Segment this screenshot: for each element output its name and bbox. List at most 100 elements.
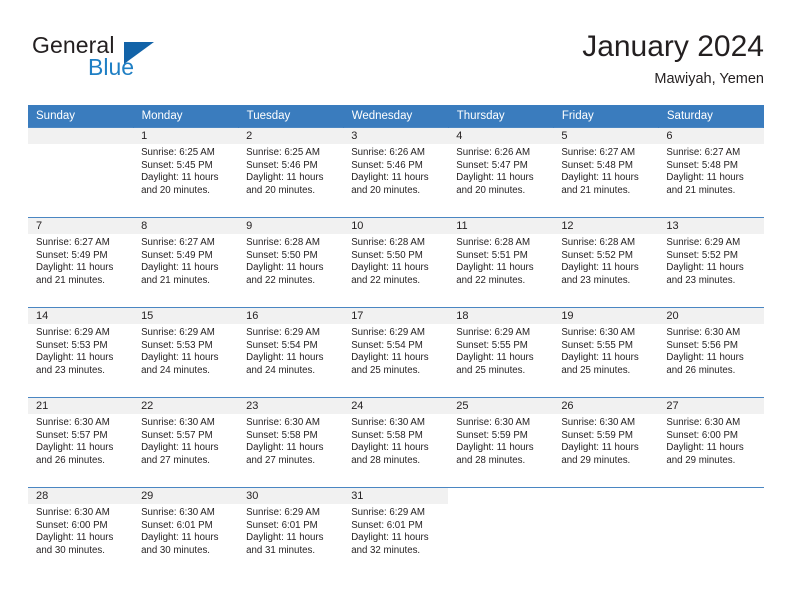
day-detail-sunset: Sunset: 5:59 PM [561,429,633,441]
day-detail-daylight-line1: Daylight: 11 hours [666,442,744,454]
calendar-day-cell[interactable]: 24 Sunrise: 6:30 AM Sunset: 5:58 PM Dayligh… [343,397,449,488]
day-detail-daylight-line2: and 28 minutes. [456,454,526,466]
calendar-day-cell[interactable]: 16 Sunrise: 6:29 AM Sunset: 5:54 PM Dayligh… [238,307,344,398]
calendar-day-cell[interactable]: 7 Sunrise: 6:27 AM Sunset: 5:49 PM Daylight… [28,217,134,308]
day-detail-sunrise: Sunrise: 6:27 AM [666,147,741,158]
calendar-day-cell[interactable]: 1 Sunrise: 6:25 AM Sunset: 5:45 PM Daylight… [133,127,239,218]
day-detail-daylight-line2: and 25 minutes. [561,364,631,376]
day-cell-inner: 14 Sunrise: 6:29 AM Sunset: 5:53 PM Dayligh… [28,308,134,397]
calendar-day-cell[interactable]: 28 Sunrise: 6:30 AM Sunset: 6:00 PM Dayligh… [28,487,134,577]
day-cell-inner: 4 Sunrise: 6:26 AM Sunset: 5:47 PM Daylight… [448,128,554,217]
calendar-day-cell[interactable]: 15 Sunrise: 6:29 AM Sunset: 5:53 PM Dayligh… [133,307,239,398]
day-detail-sunrise: Sunrise: 6:28 AM [246,237,320,248]
day-detail-sunset: Sunset: 5:52 PM [666,249,738,261]
calendar-day-cell[interactable]: 9 Sunrise: 6:28 AM Sunset: 5:50 PM Daylight… [238,217,344,308]
calendar-day-cell[interactable]: 23 Sunrise: 6:30 AM Sunset: 5:58 PM Dayligh… [238,397,344,488]
calendar-day-cell[interactable]: 25 Sunrise: 6:30 AM Sunset: 5:59 PM Dayligh… [448,397,554,488]
calendar-empty-cell [28,127,134,218]
calendar-day-cell[interactable]: 30 Sunrise: 6:29 AM Sunset: 6:01 PM Dayligh… [238,487,344,577]
calendar-day-cell[interactable]: 19 Sunrise: 6:30 AM Sunset: 5:55 PM Dayligh… [553,307,659,398]
day-detail-sunrise: Sunrise: 6:29 AM [36,327,110,338]
day-detail-sunset: Sunset: 6:01 PM [141,519,213,531]
day-detail-daylight-line1: Daylight: 11 hours [351,442,429,454]
calendar-day-cell[interactable]: 11 Sunrise: 6:28 AM Sunset: 5:51 PM Dayligh… [448,217,554,308]
day-detail-sunset: Sunset: 5:48 PM [561,159,633,171]
calendar-day-cell[interactable]: 6 Sunrise: 6:27 AM Sunset: 5:48 PM Daylight… [658,127,764,218]
day-detail-daylight-line1: Daylight: 11 hours [561,352,639,364]
day-number: 6 [658,128,764,144]
day-cell-details: Sunrise: 6:28 AM Sunset: 5:50 PM Daylight:… [343,234,448,287]
day-detail-daylight-line2: and 23 minutes. [666,274,736,286]
day-detail-sunrise: Sunrise: 6:29 AM [351,327,425,338]
day-detail-daylight-line2: and 29 minutes. [666,454,736,466]
day-detail-daylight-line2: and 26 minutes. [36,454,105,466]
day-detail-sunset: Sunset: 5:54 PM [246,339,318,351]
day-detail-daylight-line1: Daylight: 11 hours [246,442,324,454]
calendar-day-cell[interactable]: 13 Sunrise: 6:29 AM Sunset: 5:52 PM Dayligh… [658,217,764,308]
day-detail-daylight-line1: Daylight: 11 hours [246,172,324,184]
day-detail-daylight-line1: Daylight: 11 hours [36,442,114,454]
day-cell-details: Sunrise: 6:25 AM Sunset: 5:46 PM Daylight:… [238,144,343,197]
day-detail-daylight-line2: and 26 minutes. [666,364,736,376]
day-number: 13 [658,218,764,234]
day-detail-sunrise: Sunrise: 6:30 AM [141,417,215,428]
general-blue-logo[interactable]: General Blue [28,32,208,90]
day-number: 19 [553,308,659,324]
day-detail-daylight-line1: Daylight: 11 hours [456,172,534,184]
calendar-day-cell[interactable]: 29 Sunrise: 6:30 AM Sunset: 6:01 PM Dayligh… [133,487,239,577]
weekday-header-sunday: Sunday [28,105,134,128]
calendar-day-cell[interactable]: 12 Sunrise: 6:28 AM Sunset: 5:52 PM Dayligh… [553,217,659,308]
day-number [658,488,764,504]
day-number: 10 [343,218,449,234]
calendar-day-cell[interactable]: 2 Sunrise: 6:25 AM Sunset: 5:46 PM Daylight… [238,127,344,218]
day-detail-sunset: Sunset: 5:45 PM [141,159,213,171]
day-detail-sunrise: Sunrise: 6:30 AM [456,417,531,428]
day-detail-daylight-line2: and 25 minutes. [351,364,421,376]
day-number: 3 [343,128,449,144]
calendar-week-row: 14 Sunrise: 6:29 AM Sunset: 5:53 PM Dayligh… [28,307,764,398]
calendar-day-cell[interactable]: 20 Sunrise: 6:30 AM Sunset: 5:56 PM Dayligh… [658,307,764,398]
day-cell-inner: 31 Sunrise: 6:29 AM Sunset: 6:01 PM Dayligh… [343,488,449,577]
day-detail-sunset: Sunset: 5:55 PM [561,339,633,351]
day-cell-inner: 17 Sunrise: 6:29 AM Sunset: 5:54 PM Dayligh… [343,308,449,397]
day-detail-daylight-line1: Daylight: 11 hours [456,442,534,454]
day-cell-details: Sunrise: 6:29 AM Sunset: 6:01 PM Daylight:… [238,504,343,557]
calendar-day-cell[interactable]: 18 Sunrise: 6:29 AM Sunset: 5:55 PM Dayligh… [448,307,554,398]
day-detail-sunset: Sunset: 5:50 PM [351,249,423,261]
calendar-day-cell[interactable]: 22 Sunrise: 6:30 AM Sunset: 5:57 PM Dayligh… [133,397,239,488]
calendar-day-cell[interactable]: 5 Sunrise: 6:27 AM Sunset: 5:48 PM Daylight… [553,127,659,218]
day-detail-daylight-line2: and 27 minutes. [141,454,210,466]
calendar-day-cell[interactable]: 21 Sunrise: 6:30 AM Sunset: 5:57 PM Dayligh… [28,397,134,488]
day-cell-inner [28,128,134,217]
calendar-day-cell[interactable]: 10 Sunrise: 6:28 AM Sunset: 5:50 PM Dayligh… [343,217,449,308]
calendar-day-cell[interactable]: 31 Sunrise: 6:29 AM Sunset: 6:01 PM Dayligh… [343,487,449,577]
day-cell-details: Sunrise: 6:27 AM Sunset: 5:49 PM Daylight:… [28,234,133,287]
day-cell-details: Sunrise: 6:26 AM Sunset: 5:47 PM Daylight:… [448,144,553,197]
day-number: 12 [553,218,659,234]
day-cell-details [28,144,133,147]
calendar-day-cell[interactable]: 27 Sunrise: 6:30 AM Sunset: 6:00 PM Dayligh… [658,397,764,488]
day-cell-inner: 11 Sunrise: 6:28 AM Sunset: 5:51 PM Dayligh… [448,218,554,307]
calendar-day-cell[interactable]: 17 Sunrise: 6:29 AM Sunset: 5:54 PM Dayligh… [343,307,449,398]
day-number: 17 [343,308,449,324]
day-detail-sunset: Sunset: 5:55 PM [456,339,528,351]
weekday-header-thursday: Thursday [448,105,554,128]
day-detail-sunset: Sunset: 5:57 PM [141,429,213,441]
calendar-page: General Blue January 2024 Mawiyah, Yemen… [0,0,792,612]
day-cell-inner [448,488,554,577]
calendar-day-cell[interactable]: 26 Sunrise: 6:30 AM Sunset: 5:59 PM Dayligh… [553,397,659,488]
day-detail-daylight-line1: Daylight: 11 hours [561,442,639,454]
day-detail-daylight-line2: and 23 minutes. [561,274,631,286]
day-detail-sunset: Sunset: 5:47 PM [456,159,528,171]
day-detail-sunrise: Sunrise: 6:25 AM [141,147,215,158]
day-detail-sunrise: Sunrise: 6:30 AM [561,417,636,428]
calendar-day-cell[interactable]: 4 Sunrise: 6:26 AM Sunset: 5:47 PM Daylight… [448,127,554,218]
day-detail-sunset: Sunset: 6:01 PM [351,519,423,531]
calendar-day-cell[interactable]: 3 Sunrise: 6:26 AM Sunset: 5:46 PM Daylight… [343,127,449,218]
calendar-day-cell[interactable]: 8 Sunrise: 6:27 AM Sunset: 5:49 PM Daylight… [133,217,239,308]
day-cell-inner: 29 Sunrise: 6:30 AM Sunset: 6:01 PM Dayligh… [133,488,239,577]
calendar-week-row: 28 Sunrise: 6:30 AM Sunset: 6:00 PM Dayligh… [28,487,764,577]
day-detail-daylight-line2: and 31 minutes. [246,544,316,556]
calendar-day-cell[interactable]: 14 Sunrise: 6:29 AM Sunset: 5:53 PM Dayligh… [28,307,134,398]
title-block: January 2024 Mawiyah, Yemen [582,28,764,90]
